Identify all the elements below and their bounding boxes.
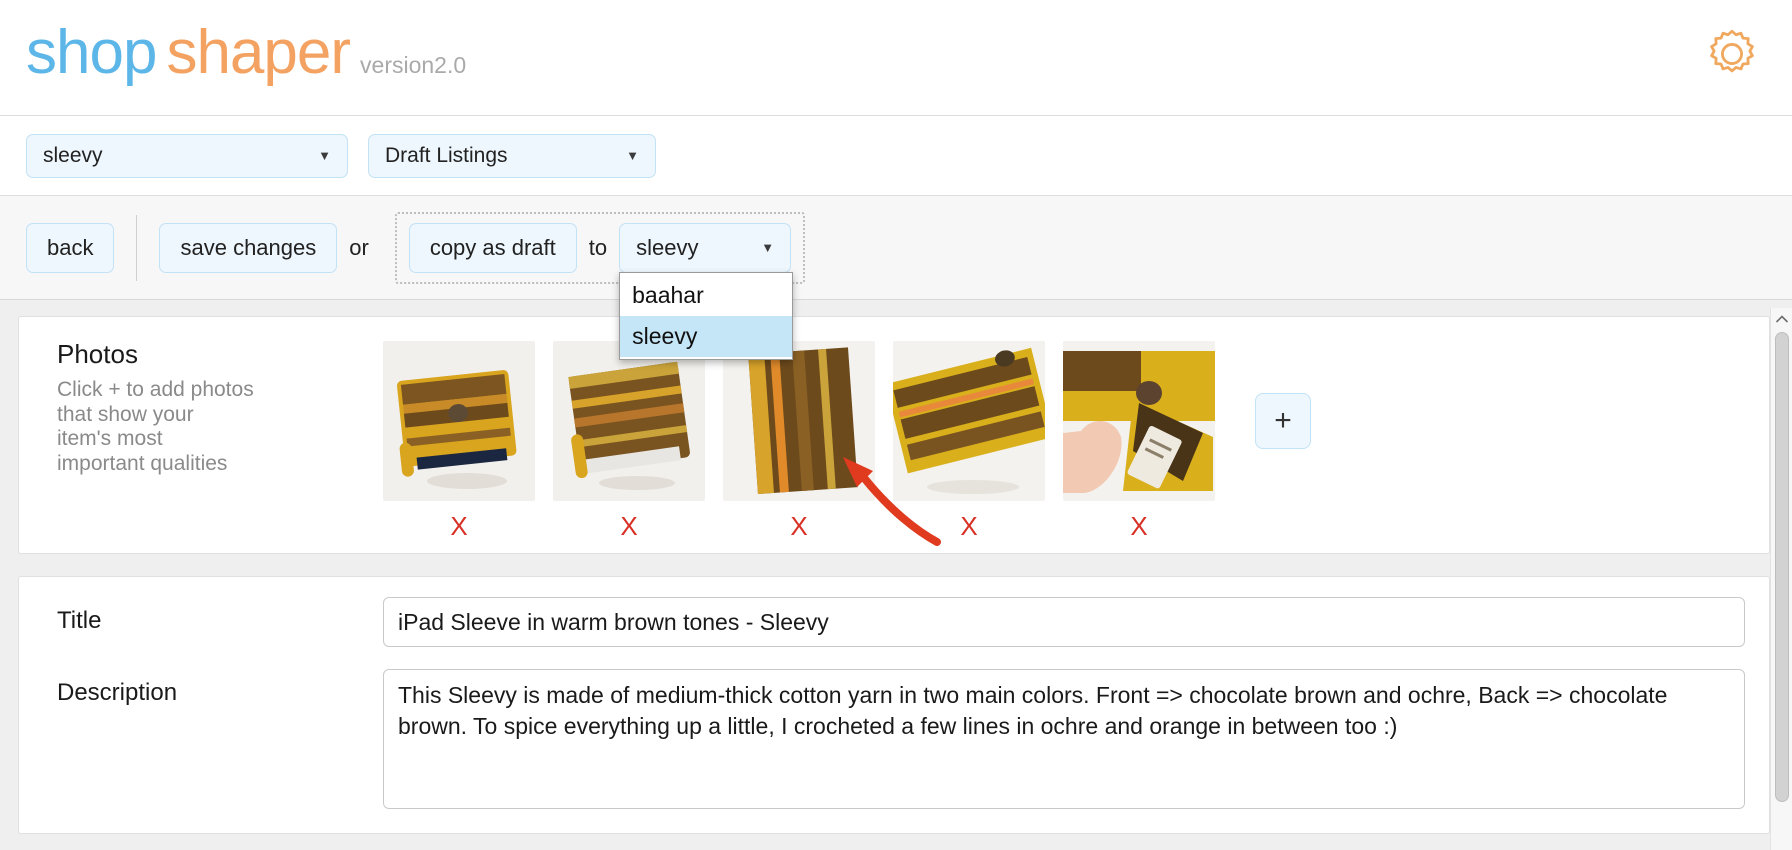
copy-as-draft-button[interactable]: copy as draft: [408, 222, 577, 273]
listing-type-value: Draft Listings: [385, 143, 508, 167]
photos-label-column: Photos Click + to add photos that show y…: [43, 339, 383, 539]
copy-as-draft-group: copy as draft to sleevy ▼ baahar sleevy: [394, 211, 806, 360]
photo-thumbnail[interactable]: [893, 341, 1045, 501]
toolbar-divider: [136, 214, 138, 281]
delete-photo-button[interactable]: X: [620, 513, 637, 539]
photos-section: Photos Click + to add photos that show y…: [18, 316, 1770, 554]
photo-thumbnail[interactable]: [723, 341, 875, 501]
copy-target-shop-value: sleevy: [636, 234, 699, 260]
gear-icon: [1704, 29, 1760, 85]
description-label: Description: [57, 679, 178, 706]
photos-help-text: Click + to add photos that show your ite…: [57, 378, 383, 476]
delete-photo-button[interactable]: X: [450, 513, 467, 539]
photos-help-line-1: Click + to add photos: [57, 378, 254, 401]
photos-help-line-4: important qualities: [57, 451, 228, 475]
add-photo-button[interactable]: +: [1255, 393, 1311, 449]
photos-help-line-2: that show your: [57, 402, 194, 426]
delete-photo-button[interactable]: X: [1130, 513, 1147, 539]
title-label: Title: [57, 607, 102, 634]
menu-option-sleevy[interactable]: sleevy: [620, 315, 793, 357]
main-scrollbar[interactable]: [1770, 308, 1792, 850]
photo-item: X: [553, 341, 705, 539]
shop-selector[interactable]: sleevy ▼: [26, 133, 348, 178]
save-changes-button[interactable]: save changes: [159, 222, 338, 273]
photo-thumbnail[interactable]: [1063, 341, 1215, 501]
menu-option-baahar[interactable]: baahar: [620, 275, 792, 316]
copy-target-shop-selector[interactable]: sleevy ▼ baahar sleevy: [619, 222, 794, 360]
app-header: shop shaper version2.0: [0, 0, 1792, 116]
chevron-down-icon: ▼: [318, 148, 331, 163]
settings-button[interactable]: [1704, 26, 1760, 82]
logo-text-shaper: shaper: [166, 18, 351, 87]
photo-item: X: [1063, 341, 1215, 539]
shop-selector-value: sleevy: [43, 143, 103, 167]
photo-item: X: [383, 341, 535, 539]
copy-target-shop-menu[interactable]: baahar sleevy: [619, 271, 794, 360]
photo-thumbnail-list: X X X X X +: [383, 339, 1311, 539]
photo-thumbnail[interactable]: [383, 341, 535, 501]
title-input[interactable]: [383, 597, 1745, 647]
photo-thumbnail[interactable]: [553, 341, 705, 501]
delete-photo-button[interactable]: X: [790, 513, 807, 539]
back-button[interactable]: back: [26, 222, 115, 273]
main-scrollbar-thumb[interactable]: [1775, 332, 1789, 802]
shop-select-bar: sleevy ▼ Draft Listings ▼: [0, 116, 1792, 196]
delete-photo-button[interactable]: X: [960, 513, 977, 539]
listing-type-selector[interactable]: Draft Listings ▼: [368, 133, 656, 178]
action-toolbar: back save changes or copy as draft to sl…: [0, 196, 1792, 546]
description-textarea[interactable]: [383, 669, 1745, 809]
scroll-up-arrow-icon[interactable]: [1771, 308, 1792, 330]
or-label: or: [349, 234, 369, 260]
photo-item: X: [893, 341, 1045, 539]
photos-help-line-3: item's most: [57, 427, 163, 451]
chevron-down-icon: ▼: [761, 240, 775, 255]
photos-heading: Photos: [57, 339, 138, 369]
to-label: to: [588, 234, 608, 260]
chevron-down-icon: ▼: [626, 148, 639, 163]
description-field-row: Description: [43, 669, 1745, 809]
listing-fields-section: Title Description: [18, 576, 1770, 834]
app-logo: shop shaper version2.0: [26, 22, 466, 84]
listing-content-area: Photos Click + to add photos that show y…: [0, 300, 1792, 850]
title-field-row: Title: [43, 597, 1745, 647]
version-label: version2.0: [360, 52, 467, 78]
photo-item: X: [723, 341, 875, 539]
logo-text-shop: shop: [26, 18, 157, 87]
